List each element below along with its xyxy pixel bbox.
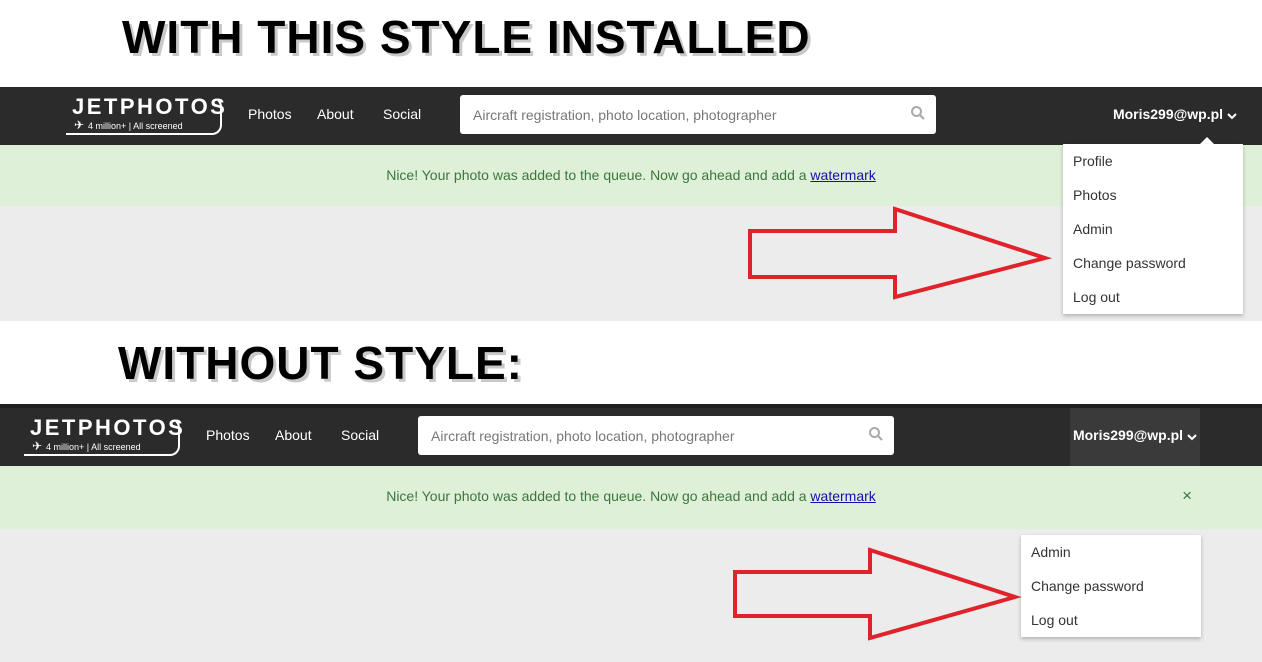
nav-photos[interactable]: Photos <box>206 427 250 443</box>
logo-text: JETPHOTOS <box>30 415 186 440</box>
search-input[interactable] <box>418 416 848 455</box>
user-email: Moris299@wp.pl <box>1072 427 1184 443</box>
user-dropdown-styled: Profile Photos Admin Change password Log… <box>1063 144 1243 314</box>
menu-item-admin[interactable]: Admin <box>1063 212 1243 246</box>
user-menu-toggle[interactable]: Moris299@wp.pl <box>1110 87 1240 145</box>
search-icon[interactable] <box>910 105 926 125</box>
watermark-link[interactable]: watermark <box>810 167 875 183</box>
menu-item-change-password[interactable]: Change password <box>1021 569 1201 603</box>
success-alert: Nice! Your photo was added to the queue.… <box>0 466 1262 529</box>
plane-icon: ✈ <box>74 118 85 132</box>
menu-item-profile[interactable]: Profile <box>1063 144 1243 178</box>
nav-photos[interactable]: Photos <box>248 106 292 122</box>
alert-text: Nice! Your photo was added to the queue.… <box>386 167 811 183</box>
jetphotos-logo[interactable]: JETPHOTOS ✈ 4 million+ | All screened <box>20 415 183 456</box>
search-input[interactable] <box>460 95 890 134</box>
navbar: JETPHOTOS ✈ 4 million+ | All screened Ph… <box>0 408 1262 466</box>
plane-icon: ✈ <box>32 439 43 453</box>
logo-subtitle: 4 million+ | All screened <box>46 442 141 452</box>
nav-social[interactable]: Social <box>341 427 379 443</box>
logo-text: JETPHOTOS <box>72 94 228 119</box>
nav-social[interactable]: Social <box>383 106 421 122</box>
close-icon[interactable]: × <box>1182 486 1192 506</box>
user-dropdown-unstyled: Admin Change password Log out <box>1021 535 1201 637</box>
jetphotos-logo[interactable]: JETPHOTOS ✈ 4 million+ | All screened <box>62 94 225 135</box>
red-arrow-annotation <box>748 206 1053 300</box>
menu-item-admin[interactable]: Admin <box>1021 535 1201 569</box>
red-arrow-annotation <box>733 547 1022 641</box>
chevron-down-icon <box>1227 107 1237 123</box>
menu-item-log-out[interactable]: Log out <box>1063 280 1243 314</box>
navbar: JETPHOTOS ✈ 4 million+ | All screened Ph… <box>0 87 1262 145</box>
heading-without-style: WITHOUT STYLE: <box>118 337 523 389</box>
alert-text: Nice! Your photo was added to the queue.… <box>386 488 811 504</box>
logo-subtitle: 4 million+ | All screened <box>88 121 183 131</box>
search-box <box>460 95 936 134</box>
user-email: Moris299@wp.pl <box>1112 106 1224 122</box>
watermark-link[interactable]: watermark <box>810 488 875 504</box>
search-box <box>418 416 894 455</box>
user-menu-toggle[interactable]: Moris299@wp.pl <box>1070 408 1200 466</box>
menu-item-change-password[interactable]: Change password <box>1063 246 1243 280</box>
menu-item-log-out[interactable]: Log out <box>1021 603 1201 637</box>
menu-item-photos[interactable]: Photos <box>1063 178 1243 212</box>
nav-about[interactable]: About <box>317 106 354 122</box>
styled-panel: JETPHOTOS ✈ 4 million+ | All screened Ph… <box>0 87 1262 321</box>
search-icon[interactable] <box>868 426 884 446</box>
unstyled-panel: JETPHOTOS ✈ 4 million+ | All screened Ph… <box>0 404 1262 662</box>
nav-about[interactable]: About <box>275 427 312 443</box>
heading-with-style: WITH THIS STYLE INSTALLED <box>122 11 811 63</box>
chevron-down-icon <box>1187 428 1197 444</box>
